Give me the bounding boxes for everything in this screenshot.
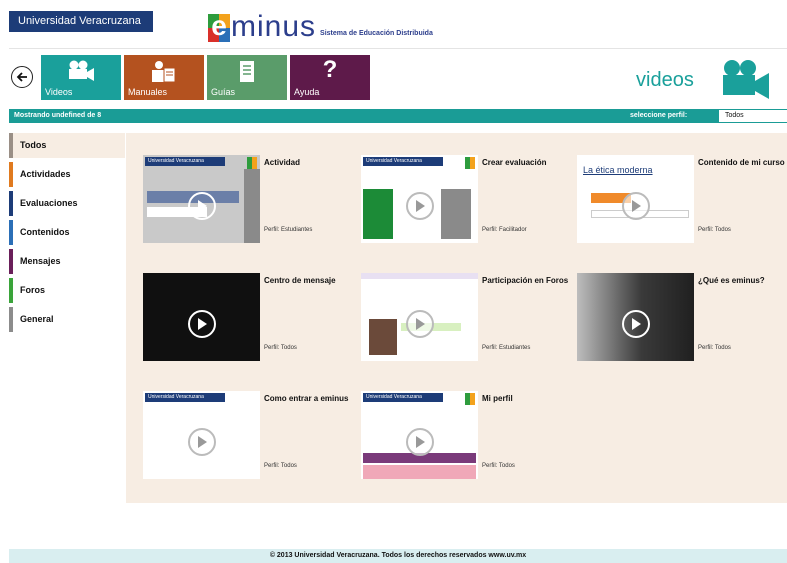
video-grid: Universidad Veracruzana Actividad Perfil… bbox=[126, 133, 787, 503]
tile-manuales[interactable]: Manuales bbox=[124, 55, 204, 100]
video-title[interactable]: Participación en Foros bbox=[482, 276, 574, 285]
video-profile: Perfil: Facilitador bbox=[482, 227, 527, 233]
play-icon[interactable] bbox=[406, 192, 434, 220]
question-icon: ? bbox=[322, 56, 338, 83]
video-card[interactable]: Centro de mensaje Perfil: Todos bbox=[143, 273, 358, 363]
play-icon[interactable] bbox=[188, 192, 216, 220]
play-icon[interactable] bbox=[622, 192, 650, 220]
menu-item-mensajes[interactable]: Mensajes bbox=[9, 249, 125, 274]
video-title[interactable]: ¿Qué es eminus? bbox=[698, 276, 787, 285]
eminus-logo-mark: e bbox=[208, 11, 230, 42]
video-thumbnail[interactable] bbox=[361, 273, 478, 361]
video-profile: Perfil: Estudiantes bbox=[482, 345, 531, 351]
menu-item-contenidos[interactable]: Contenidos bbox=[9, 220, 125, 245]
university-link[interactable]: Universidad Veracruzana bbox=[9, 11, 153, 32]
video-thumbnail[interactable]: Universidad Veracruzana bbox=[361, 155, 478, 243]
tile-ayuda[interactable]: ? Ayuda bbox=[290, 55, 370, 100]
profile-select-value: Todos bbox=[725, 112, 744, 119]
profile-select[interactable]: Todos ⬍ bbox=[719, 110, 787, 122]
video-profile: Perfil: Todos bbox=[698, 227, 731, 233]
tile-manuales-label: Manuales bbox=[128, 87, 168, 97]
video-card[interactable]: Universidad Veracruzana Mi perfil Perfil… bbox=[361, 391, 576, 481]
play-icon[interactable] bbox=[406, 310, 434, 338]
video-profile: Perfil: Estudiantes bbox=[264, 227, 313, 233]
video-card[interactable]: ¿Qué es eminus? Perfil: Todos bbox=[577, 273, 787, 363]
video-title[interactable]: Como entrar a eminus bbox=[264, 394, 356, 403]
menu-item-todos[interactable]: Todos bbox=[9, 133, 125, 158]
logo-word: minus bbox=[231, 10, 317, 43]
tile-guias-label: Guías bbox=[211, 87, 236, 97]
logo-subtitle: Sistema de Educación Distribuida bbox=[320, 30, 433, 37]
section-title: videos bbox=[636, 69, 694, 91]
play-icon[interactable] bbox=[188, 310, 216, 338]
back-button[interactable] bbox=[11, 66, 33, 88]
play-icon[interactable] bbox=[622, 310, 650, 338]
menu-item-foros[interactable]: Foros bbox=[9, 278, 125, 303]
video-title[interactable]: Centro de mensaje bbox=[264, 276, 356, 285]
arrow-left-icon bbox=[16, 72, 27, 82]
video-card[interactable]: Universidad Veracruzana Crear evaluación… bbox=[361, 155, 576, 245]
video-card[interactable]: Universidad Veracruzana Actividad Perfil… bbox=[143, 155, 358, 245]
video-thumbnail[interactable]: Universidad Veracruzana bbox=[361, 391, 478, 479]
play-icon[interactable] bbox=[188, 428, 216, 456]
profile-filter-label: seleccione perfil: bbox=[630, 112, 688, 119]
footer-copyright: © 2013 Universidad Veracruzana. Todos lo… bbox=[9, 549, 787, 563]
video-title[interactable]: Actividad bbox=[264, 158, 356, 167]
category-menu: Todos Actividades Evaluaciones Contenido… bbox=[9, 133, 125, 336]
manual-icon bbox=[152, 61, 176, 83]
menu-item-evaluaciones[interactable]: Evaluaciones bbox=[9, 191, 125, 216]
menu-item-actividades[interactable]: Actividades bbox=[9, 162, 125, 187]
tile-videos[interactable]: Videos bbox=[41, 55, 121, 100]
video-thumbnail[interactable]: Universidad Veracruzana bbox=[143, 391, 260, 479]
video-profile: Perfil: Todos bbox=[698, 345, 731, 351]
menu-item-general[interactable]: General bbox=[9, 307, 125, 332]
video-title[interactable]: Mi perfil bbox=[482, 394, 574, 403]
tile-guias[interactable]: Guías bbox=[207, 55, 287, 100]
video-card[interactable]: La ética moderna Contenido de mi curso P… bbox=[577, 155, 787, 245]
page: Universidad Veracruzana e minus Sistema … bbox=[0, 0, 787, 563]
video-thumbnail[interactable]: La ética moderna bbox=[577, 155, 694, 243]
play-icon[interactable] bbox=[406, 428, 434, 456]
video-thumbnail[interactable] bbox=[577, 273, 694, 361]
video-title[interactable]: Crear evaluación bbox=[482, 158, 574, 167]
video-thumbnail[interactable]: Universidad Veracruzana bbox=[143, 155, 260, 243]
video-title[interactable]: Contenido de mi curso bbox=[698, 158, 787, 167]
guide-icon bbox=[240, 61, 254, 82]
video-camera-icon bbox=[69, 60, 94, 81]
eminus-logo[interactable]: e minus Sistema de Educación Distribuida bbox=[208, 10, 433, 43]
video-card[interactable]: Universidad Veracruzana Como entrar a em… bbox=[143, 391, 358, 481]
video-profile: Perfil: Todos bbox=[482, 463, 515, 469]
header-divider bbox=[9, 48, 787, 49]
video-thumbnail[interactable] bbox=[143, 273, 260, 361]
filter-bar: Mostrando undefined de 8 seleccione perf… bbox=[9, 109, 787, 123]
video-profile: Perfil: Todos bbox=[264, 345, 297, 351]
video-card[interactable]: Participación en Foros Perfil: Estudiant… bbox=[361, 273, 576, 363]
tile-ayuda-label: Ayuda bbox=[294, 87, 320, 97]
section-tiles: Videos Manuales Guías ? Ayuda bbox=[41, 55, 370, 100]
tile-videos-label: Videos bbox=[45, 87, 73, 97]
results-count: Mostrando undefined de 8 bbox=[14, 112, 102, 119]
video-camera-icon bbox=[723, 60, 769, 99]
video-profile: Perfil: Todos bbox=[264, 463, 297, 469]
